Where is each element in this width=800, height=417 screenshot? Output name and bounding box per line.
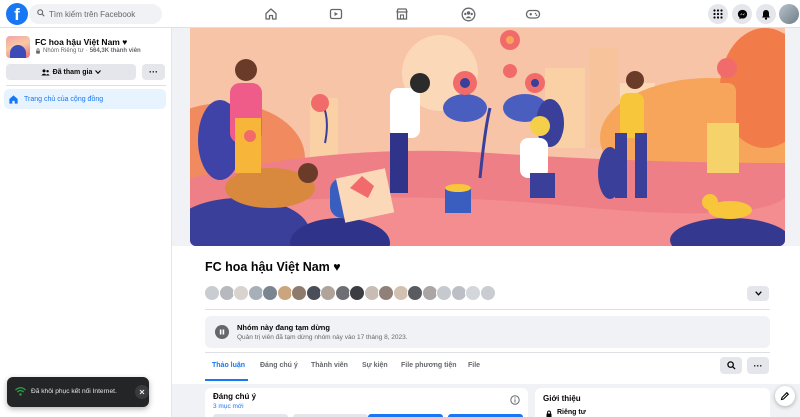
sidebar-divider <box>6 85 166 86</box>
menu-grid-icon[interactable] <box>708 4 728 24</box>
cover-photo[interactable] <box>190 28 785 246</box>
featured-new-count[interactable]: 3 mục mới <box>213 403 244 410</box>
chevron-down-icon <box>95 70 102 74</box>
account-avatar[interactable] <box>779 4 799 24</box>
new-message-button[interactable] <box>775 386 795 406</box>
tab-discussion[interactable]: Thảo luận <box>212 356 245 376</box>
search-icon <box>726 361 736 370</box>
member-avatar[interactable] <box>291 285 307 301</box>
about-privacy: Riêng tư <box>557 409 586 416</box>
connection-toast: Đã khôi phục kết nối Internet. <box>7 377 149 407</box>
about-card: Giới thiệu Riêng tư <box>535 388 770 417</box>
sidebar-group-meta: Nhóm Riêng tư · 564,3K thành viên <box>35 48 141 54</box>
member-count: 564,3K thành viên <box>89 48 141 54</box>
sidebar-group-name[interactable]: FC hoa hậu Việt Nam ♥ <box>35 37 127 47</box>
notifications-icon[interactable] <box>756 4 776 24</box>
paused-notice: Nhóm này đang tạm dừng Quản trị viên đã … <box>205 316 770 348</box>
member-avatar[interactable] <box>378 285 394 301</box>
left-sidebar: FC hoa hậu Việt Nam ♥ Nhóm Riêng tư · 56… <box>0 28 172 417</box>
member-avatar[interactable] <box>349 285 365 301</box>
pause-icon <box>215 325 229 339</box>
about-title: Giới thiệu <box>543 394 581 403</box>
active-tab-indicator <box>205 379 248 381</box>
tab-media[interactable]: File phương tiện <box>401 356 457 376</box>
member-avatar[interactable] <box>262 285 278 301</box>
gaming-icon[interactable] <box>524 5 542 23</box>
sidebar-item-community-home[interactable]: Trang chủ của cộng đồng <box>4 89 166 109</box>
home-icon[interactable] <box>262 5 280 23</box>
group-title: FC hoa hậu Việt Nam ♥ <box>205 260 341 274</box>
member-avatar[interactable] <box>233 285 249 301</box>
toast-message: Đã khôi phục kết nối Internet. <box>31 388 117 395</box>
tab-events[interactable]: Sự kiện <box>362 356 388 376</box>
facebook-logo[interactable]: f <box>6 3 28 25</box>
search-box[interactable] <box>29 4 162 24</box>
tab-files[interactable]: File <box>468 356 480 376</box>
messenger-icon[interactable] <box>732 4 752 24</box>
member-avatar[interactable] <box>204 285 220 301</box>
sidebar-more-button[interactable]: ··· <box>142 64 165 80</box>
paused-title: Nhóm này đang tạm dừng <box>237 323 330 332</box>
video-icon[interactable] <box>327 5 345 23</box>
search-icon <box>37 9 45 17</box>
tab-featured[interactable]: Đáng chú ý <box>260 356 298 376</box>
member-avatar[interactable] <box>436 285 452 301</box>
compose-icon <box>780 391 790 401</box>
privacy-label: Nhóm Riêng tư <box>43 48 84 54</box>
member-avatar[interactable] <box>407 285 423 301</box>
lock-icon <box>546 410 552 417</box>
collapse-button[interactable] <box>747 286 769 301</box>
header-divider <box>205 309 770 310</box>
featured-title: Đáng chú ý <box>213 392 257 401</box>
group-thumbnail[interactable] <box>6 36 30 58</box>
home-icon <box>9 94 18 104</box>
member-avatar[interactable] <box>320 285 336 301</box>
joined-label: Đã tham gia <box>52 68 93 76</box>
meta-separator: · <box>85 48 88 54</box>
sidebar-item-label: Trang chủ của cộng đồng <box>24 95 104 103</box>
marketplace-icon[interactable] <box>393 5 411 23</box>
member-avatar[interactable] <box>479 285 496 301</box>
close-icon[interactable] <box>135 385 149 399</box>
chevron-down-icon <box>754 291 762 296</box>
top-navigation-bar: f <box>0 0 800 28</box>
group-more-button[interactable]: ··· <box>747 357 769 374</box>
joined-button[interactable]: Đã tham gia <box>6 64 136 80</box>
info-icon[interactable] <box>510 395 520 405</box>
tabs-divider <box>205 352 770 353</box>
lock-icon <box>36 48 40 54</box>
featured-card: Đáng chú ý 3 mục mới <box>205 388 528 417</box>
paused-subtitle: Quản trị viên đã tạm dừng nhóm này vào 1… <box>237 334 408 341</box>
groups-icon[interactable] <box>459 5 477 23</box>
member-avatars[interactable] <box>204 285 496 301</box>
people-icon <box>41 68 50 75</box>
wifi-icon <box>15 387 26 396</box>
group-search-button[interactable] <box>720 357 742 374</box>
search-input[interactable] <box>49 4 157 24</box>
member-avatar[interactable] <box>465 285 481 301</box>
tab-members[interactable]: Thành viên <box>311 356 348 376</box>
